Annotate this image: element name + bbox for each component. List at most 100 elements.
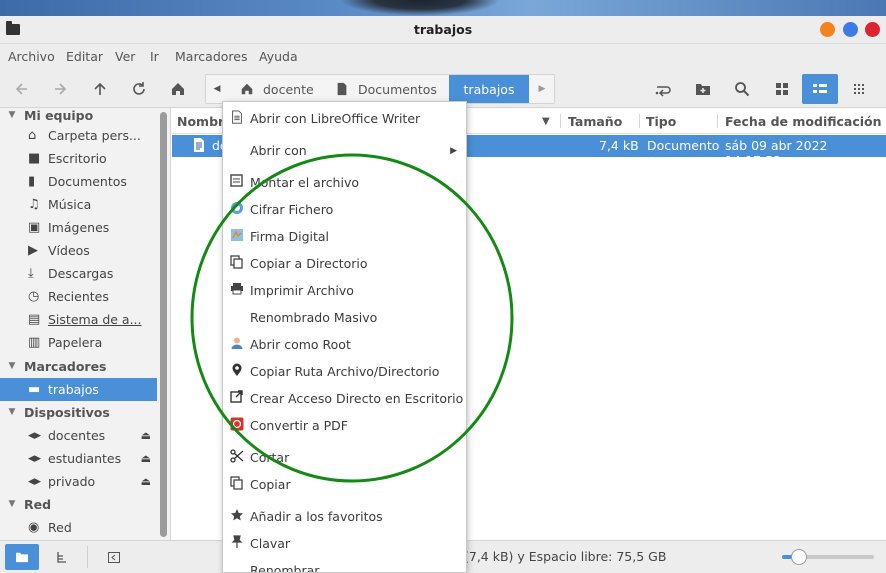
places-pane-button[interactable] xyxy=(5,544,39,570)
search-button[interactable] xyxy=(727,74,757,104)
home-icon xyxy=(172,83,184,95)
breadcrumb-docente[interactable]: docente xyxy=(240,75,314,103)
sidebar-item-red[interactable]: ◉ Red xyxy=(0,516,157,539)
menu-bar: Archivo Editar Ver Ir Marcadores Ayuda xyxy=(0,44,886,70)
forward-button[interactable] xyxy=(45,74,75,104)
sidebar-item-papelera[interactable]: ▥ Papelera xyxy=(0,331,157,354)
tree-pane-button[interactable] xyxy=(45,544,79,570)
sidebar-item-sistema-de-archivos[interactable]: ▤ Sistema de a... xyxy=(0,308,157,331)
sidebar-section-dispositivos[interactable]: ▼ Dispositivos xyxy=(0,401,110,423)
minimize-button[interactable] xyxy=(820,22,835,37)
status-text: (7,4 kB) y Espacio libre: 75,5 GB xyxy=(464,549,667,564)
menu-item-montar[interactable]: Montar el archivo xyxy=(223,169,466,196)
menu-item-abrir-con[interactable]: Abrir con ▶ xyxy=(223,137,466,164)
menu-item-copiar[interactable]: Copiar xyxy=(223,471,466,498)
menu-item-abrir-con-writer[interactable]: Abrir con LibreOffice Writer xyxy=(223,105,466,132)
breadcrumb-scroll-left[interactable]: ◀ xyxy=(206,75,228,103)
column-type[interactable]: Tipo xyxy=(646,114,676,129)
desktop-icon: ■ xyxy=(28,151,41,166)
menu-item-cifrar[interactable]: Cifrar Fichero xyxy=(223,196,466,223)
eject-icon[interactable]: ⏏ xyxy=(141,475,151,488)
back-button[interactable] xyxy=(7,74,37,104)
menu-item-label: Abrir como Root xyxy=(250,337,351,352)
sidebar-item-descargas[interactable]: ⤓ Descargas xyxy=(0,262,157,285)
sidebar-item-label: trabajos xyxy=(48,382,99,397)
sidebar-item-estudiantes[interactable]: ◂▸ estudiantes ⏏ xyxy=(0,447,157,470)
eject-icon[interactable]: ⏏ xyxy=(141,429,151,442)
menu-ayuda[interactable]: Ayuda xyxy=(259,49,298,64)
sidebar-item-label: Escritorio xyxy=(48,151,107,166)
menu-item-label: Convertir a PDF xyxy=(250,418,348,433)
reload-button[interactable] xyxy=(124,74,154,104)
trash-icon: ▥ xyxy=(28,335,41,350)
sidebar-item-documentos[interactable]: ▮ Documentos xyxy=(0,170,157,193)
menu-item-firma-digital[interactable]: Firma Digital xyxy=(223,223,466,250)
sidebar-item-musica[interactable]: ♫ Música xyxy=(0,193,157,216)
sidebar-scrollbar[interactable] xyxy=(160,112,167,537)
shortcut-icon xyxy=(223,390,250,407)
column-size[interactable]: Tamaño xyxy=(568,114,622,129)
arrow-up-icon xyxy=(94,82,106,95)
menu-item-abrir-como-root[interactable]: Abrir como Root xyxy=(223,331,466,358)
menu-item-label: Imprimir Archivo xyxy=(250,283,354,298)
menu-item-cortar[interactable]: Cortar xyxy=(223,444,466,471)
zoom-slider-handle[interactable] xyxy=(790,549,807,565)
new-folder-icon xyxy=(696,84,710,95)
zoom-slider[interactable] xyxy=(782,549,874,565)
sidebar-item-label: Vídeos xyxy=(48,243,90,258)
menu-item-crear-acceso-directo[interactable]: Crear Acceso Directo en Escritorio xyxy=(223,385,466,412)
sidebar-item-privado[interactable]: ◂▸ privado ⏏ xyxy=(0,470,157,493)
menu-marcadores[interactable]: Marcadores xyxy=(175,49,248,64)
menu-item-anadir-favoritos[interactable]: Añadir a los favoritos xyxy=(223,503,466,530)
compact-view-button[interactable] xyxy=(844,74,874,104)
menu-item-convertir-pdf[interactable]: Convertir a PDF xyxy=(223,412,466,439)
menu-item-label: Firma Digital xyxy=(250,229,330,244)
close-pane-button[interactable] xyxy=(97,544,131,570)
eject-icon[interactable]: ⏏ xyxy=(141,452,151,465)
menu-item-imprimir[interactable]: Imprimir Archivo xyxy=(223,277,466,304)
arrow-right-icon xyxy=(55,83,67,95)
new-folder-button[interactable] xyxy=(688,74,718,104)
sidebar-section-marcadores[interactable]: ▼ Marcadores xyxy=(0,355,107,377)
sort-descending-icon[interactable]: ▼ xyxy=(542,116,550,127)
breadcrumb-trabajos[interactable]: trabajos xyxy=(449,75,529,103)
menu-item-copiar-ruta[interactable]: Copiar Ruta Archivo/Directorio xyxy=(223,358,466,385)
menu-archivo[interactable]: Archivo xyxy=(8,49,55,64)
video-icon: ▶ xyxy=(28,243,38,258)
sidebar-item-carpeta-personal[interactable]: ⌂ Carpeta pers... xyxy=(0,124,157,147)
sidebar-item-recientes[interactable]: ◷ Recientes xyxy=(0,285,157,308)
sidebar-item-label: Papelera xyxy=(48,335,103,350)
menu-item-renombrado-masivo[interactable]: Renombrado Masivo xyxy=(223,304,466,331)
reload-icon xyxy=(133,82,145,95)
menu-item-label: Clavar xyxy=(250,536,291,551)
toggle-location-button[interactable] xyxy=(648,74,678,104)
list-view-button[interactable] xyxy=(802,74,838,104)
icon-view-button[interactable] xyxy=(767,74,797,104)
sidebar-item-escritorio[interactable]: ■ Escritorio xyxy=(0,147,157,170)
sidebar-item-docentes[interactable]: ◂▸ docentes ⏏ xyxy=(0,424,157,447)
submenu-arrow-icon: ▶ xyxy=(450,145,457,156)
close-button[interactable] xyxy=(865,22,880,37)
sidebar-item-videos[interactable]: ▶ Vídeos xyxy=(0,239,157,262)
image-icon: ▣ xyxy=(28,220,41,235)
breadcrumb-documentos[interactable]: Documentos xyxy=(336,75,437,103)
home-icon xyxy=(241,83,253,95)
menu-ver[interactable]: Ver xyxy=(115,49,135,64)
title-bar: trabajos xyxy=(0,16,886,44)
sidebar-item-imagenes[interactable]: ▣ Imágenes xyxy=(0,216,157,239)
breadcrumb-scroll-right[interactable]: ▶ xyxy=(530,75,554,103)
maximize-button[interactable] xyxy=(843,22,858,37)
menu-item-copiar-a-directorio[interactable]: Copiar a Directorio xyxy=(223,250,466,277)
menu-item-clavar[interactable]: Clavar xyxy=(223,530,466,557)
up-button[interactable] xyxy=(85,74,115,104)
menu-item-label: Copiar xyxy=(250,477,291,492)
sidebar-section-red[interactable]: ▼ Red xyxy=(0,493,52,515)
menu-item-renombrar[interactable]: Renombrar xyxy=(223,557,466,572)
menu-editar[interactable]: Editar xyxy=(66,49,103,64)
drive-icon: ▤ xyxy=(28,312,41,327)
menu-ir[interactable]: Ir xyxy=(150,49,159,64)
sidebar-item-trabajos[interactable]: ▬ trabajos xyxy=(0,378,157,401)
column-modified[interactable]: Fecha de modificación xyxy=(725,114,882,129)
collapse-triangle-icon: ▼ xyxy=(8,499,16,509)
home-button[interactable] xyxy=(163,74,193,104)
